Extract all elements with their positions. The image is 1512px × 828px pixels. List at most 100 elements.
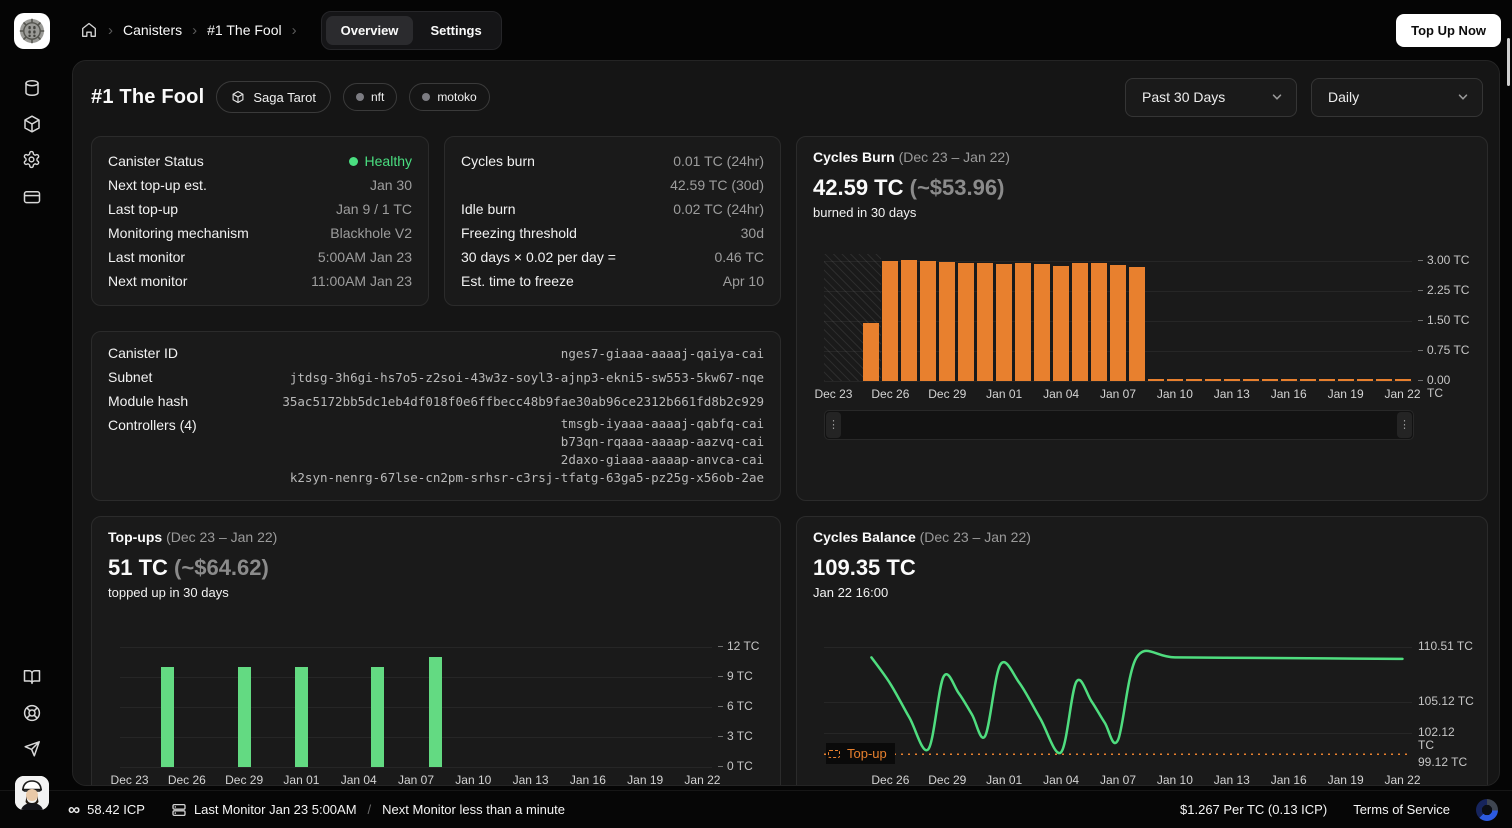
status-row: Monitoring mechanismBlackhole V2 bbox=[108, 221, 412, 245]
y-tick-label: 3 TC bbox=[718, 730, 753, 743]
granularity-dropdown[interactable]: Daily bbox=[1311, 78, 1483, 117]
tab-settings[interactable]: Settings bbox=[415, 16, 496, 45]
cycles-burn-bar[interactable] bbox=[1224, 379, 1240, 381]
top-ups-bar[interactable] bbox=[161, 667, 174, 767]
row-value: 42.59 TC (30d) bbox=[670, 177, 764, 193]
breadcrumb-canisters[interactable]: Canisters bbox=[123, 22, 182, 38]
brush-handle-right[interactable]: ⋮ bbox=[1397, 412, 1412, 438]
x-tick-label: Dec 26 bbox=[871, 387, 909, 401]
burn-chart-brush[interactable]: ⋮ ⋮ bbox=[824, 410, 1414, 440]
chart-title-text: Top-ups bbox=[108, 529, 162, 545]
row-label: Freezing threshold bbox=[461, 225, 577, 241]
chart-range-label: (Dec 23 – Jan 22) bbox=[166, 529, 277, 545]
x-tick-label: Jan 16 bbox=[570, 773, 606, 786]
cycles-burn-bar[interactable] bbox=[1243, 379, 1259, 381]
cycles-burn-bar[interactable] bbox=[1072, 263, 1088, 381]
cycles-burn-bar[interactable] bbox=[1148, 379, 1164, 381]
burn-y-axis: 3.00 TC2.25 TC1.50 TC0.75 TC0.00 TC bbox=[1418, 254, 1482, 381]
app-logo[interactable] bbox=[14, 13, 50, 49]
balance-plot-area[interactable]: Top-up bbox=[824, 637, 1412, 767]
cycles-burn-bar[interactable] bbox=[977, 263, 993, 381]
project-badge[interactable]: Saga Tarot bbox=[216, 81, 331, 113]
settings-gear-icon[interactable] bbox=[22, 150, 42, 170]
topups-x-axis: Dec 23Dec 26Dec 29Jan 01Jan 04Jan 07Jan … bbox=[120, 773, 712, 786]
terms-of-service-link[interactable]: Terms of Service bbox=[1353, 802, 1450, 817]
cycles-burn-bar[interactable] bbox=[1300, 379, 1316, 381]
cycles-burn-bar[interactable] bbox=[1395, 379, 1411, 381]
x-tick-label: Jan 01 bbox=[986, 773, 1022, 786]
billing-card-icon[interactable] bbox=[22, 187, 42, 207]
cycles-burn-bar[interactable] bbox=[1338, 379, 1354, 381]
top-up-legend-icon bbox=[828, 750, 840, 758]
row-label: Last top-up bbox=[108, 201, 178, 217]
x-tick-label: Jan 19 bbox=[1328, 387, 1364, 401]
y-tick-label: 1.50 TC bbox=[1418, 314, 1469, 327]
cycles-burn-bar[interactable] bbox=[1186, 379, 1202, 381]
cycles-burn-bar[interactable] bbox=[1167, 379, 1183, 381]
canisters-icon[interactable] bbox=[22, 78, 42, 98]
main-panel: #1 The Fool Saga Tarot nft motoko Past 3… bbox=[72, 60, 1500, 786]
breadcrumb-canister-name[interactable]: #1 The Fool bbox=[207, 22, 281, 38]
home-icon[interactable] bbox=[80, 21, 98, 39]
cycles-burn-bar[interactable] bbox=[1129, 267, 1145, 381]
cycles-burn-bar[interactable] bbox=[1205, 379, 1221, 381]
cycles-burn-bar[interactable] bbox=[1091, 263, 1107, 381]
cycles-burn-bar[interactable] bbox=[863, 323, 879, 381]
docs-book-icon[interactable] bbox=[22, 667, 42, 687]
cycles-burn-bar[interactable] bbox=[1357, 379, 1373, 381]
cycles-burn-bar[interactable] bbox=[1110, 265, 1126, 381]
status-disc-icon[interactable] bbox=[1476, 799, 1498, 821]
cycles-burn-bar[interactable] bbox=[1376, 379, 1392, 381]
cycles-burn-bar[interactable] bbox=[901, 260, 917, 381]
tag-nft[interactable]: nft bbox=[343, 83, 397, 111]
top-ups-bar[interactable] bbox=[238, 667, 251, 767]
identity-row: Canister IDnges7-giaaa-aaaaj-qaiya-cai bbox=[108, 343, 764, 364]
range-dropdown-value: Past 30 Days bbox=[1142, 89, 1225, 105]
topups-plot-area[interactable] bbox=[120, 642, 712, 767]
identity-value[interactable]: tmsgb-iyaaa-aaaaj-qabfq-caib73qn-rqaaa-a… bbox=[290, 415, 764, 487]
identity-value[interactable]: jtdsg-3h6gi-hs7o5-z2soi-43w3z-soyl3-ajnp… bbox=[290, 367, 764, 388]
cycles-burn-bar[interactable] bbox=[939, 262, 955, 381]
user-avatar[interactable] bbox=[15, 776, 49, 810]
x-tick-label: Jan 19 bbox=[627, 773, 663, 786]
healthy-dot-icon bbox=[349, 157, 358, 166]
top-ups-bar[interactable] bbox=[429, 657, 442, 767]
burn-plot-area[interactable] bbox=[824, 254, 1412, 381]
cycles-burn-bar[interactable] bbox=[1015, 263, 1031, 381]
y-tick-label: 102.12 TC bbox=[1418, 726, 1455, 752]
tab-overview[interactable]: Overview bbox=[326, 16, 414, 45]
chart-title: Top-ups (Dec 23 – Jan 22) bbox=[108, 529, 277, 545]
balance-line-chart[interactable] bbox=[824, 637, 1412, 767]
chart-big-value: 42.59 TC (~$53.96) bbox=[813, 175, 1004, 201]
cycles-burn-bar[interactable] bbox=[882, 261, 898, 381]
scrollbar-thumb[interactable] bbox=[1507, 38, 1510, 86]
big-value: 109.35 TC bbox=[813, 555, 916, 580]
top-up-now-button[interactable]: Top Up Now bbox=[1396, 14, 1501, 47]
support-lifebuoy-icon[interactable] bbox=[22, 703, 42, 723]
identity-value[interactable]: 35ac5172bb5dc1eb4df018f0e6ffbecc48b9fae3… bbox=[282, 391, 764, 412]
row-value: 30d bbox=[741, 225, 764, 241]
cycles-burn-bar[interactable] bbox=[1034, 264, 1050, 381]
top-ups-bar[interactable] bbox=[295, 667, 308, 767]
brush-handle-left[interactable]: ⋮ bbox=[826, 412, 841, 438]
cycles-burn-chart-card: Cycles Burn (Dec 23 – Jan 22) 42.59 TC (… bbox=[796, 136, 1488, 501]
cycles-burn-bar[interactable] bbox=[996, 264, 1012, 381]
identity-value[interactable]: nges7-giaaa-aaaaj-qaiya-cai bbox=[561, 343, 764, 364]
cycles-burn-bar[interactable] bbox=[1281, 379, 1297, 381]
big-value: 42.59 TC bbox=[813, 175, 904, 200]
cycles-burn-bar[interactable] bbox=[958, 263, 974, 381]
cycles-burn-bar[interactable] bbox=[920, 261, 936, 381]
icp-balance-group[interactable]: ∞ 58.42 ICP bbox=[68, 800, 145, 820]
range-dropdown[interactable]: Past 30 Days bbox=[1125, 78, 1297, 117]
burn-info-row: 30 days × 0.02 per day =0.46 TC bbox=[461, 245, 764, 269]
top-ups-bar[interactable] bbox=[371, 667, 384, 767]
cycles-burn-bar[interactable] bbox=[1319, 379, 1335, 381]
y-tick-label: 0.75 TC bbox=[1418, 344, 1469, 357]
projects-cube-icon[interactable] bbox=[22, 114, 42, 134]
cycles-burn-bar[interactable] bbox=[1262, 379, 1278, 381]
cycles-burn-bar[interactable] bbox=[1053, 266, 1069, 381]
tag-motoko[interactable]: motoko bbox=[409, 83, 489, 111]
feedback-send-icon[interactable] bbox=[22, 739, 42, 759]
y-tick-label: 2.25 TC bbox=[1418, 284, 1469, 297]
row-value: Blackhole V2 bbox=[330, 225, 412, 241]
